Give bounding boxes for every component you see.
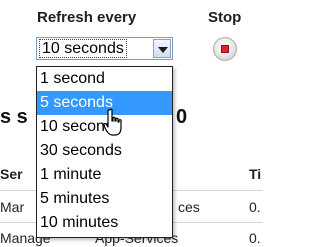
option-10-minutes[interactable]: 10 minutes (37, 211, 172, 235)
refresh-interval-select[interactable]: 10 seconds (36, 37, 173, 60)
refresh-every-label: Refresh every (37, 9, 137, 26)
hand-pointer-icon (103, 108, 122, 136)
refresh-interval-value: 10 seconds (39, 39, 127, 58)
section-heading-start: s s (0, 106, 28, 128)
stop-label: Stop (208, 9, 242, 26)
refresh-panel: Refresh every Stop 10 seconds s s 0 Ser … (0, 0, 263, 247)
option-1-minute[interactable]: 1 minute (37, 163, 172, 187)
refresh-interval-options: 1 second 5 seconds 10 seconds 30 seconds… (36, 66, 173, 238)
option-1-second[interactable]: 1 second (37, 67, 172, 91)
chevron-down-icon[interactable] (153, 39, 171, 58)
column-header-service: Ser (0, 166, 23, 182)
stop-button[interactable] (213, 37, 237, 61)
stop-icon (221, 45, 229, 53)
table-cell: ces (178, 199, 200, 215)
option-30-seconds[interactable]: 30 seconds (37, 139, 172, 163)
column-header-time: Ti (249, 166, 262, 182)
table-cell: Mar (0, 199, 25, 215)
section-heading: s s (0, 106, 28, 129)
section-heading-tail: 0 (176, 106, 188, 128)
table-cell: 0. (249, 199, 261, 215)
option-5-minutes[interactable]: 5 minutes (37, 187, 172, 211)
table-cell: 0. (249, 230, 261, 246)
